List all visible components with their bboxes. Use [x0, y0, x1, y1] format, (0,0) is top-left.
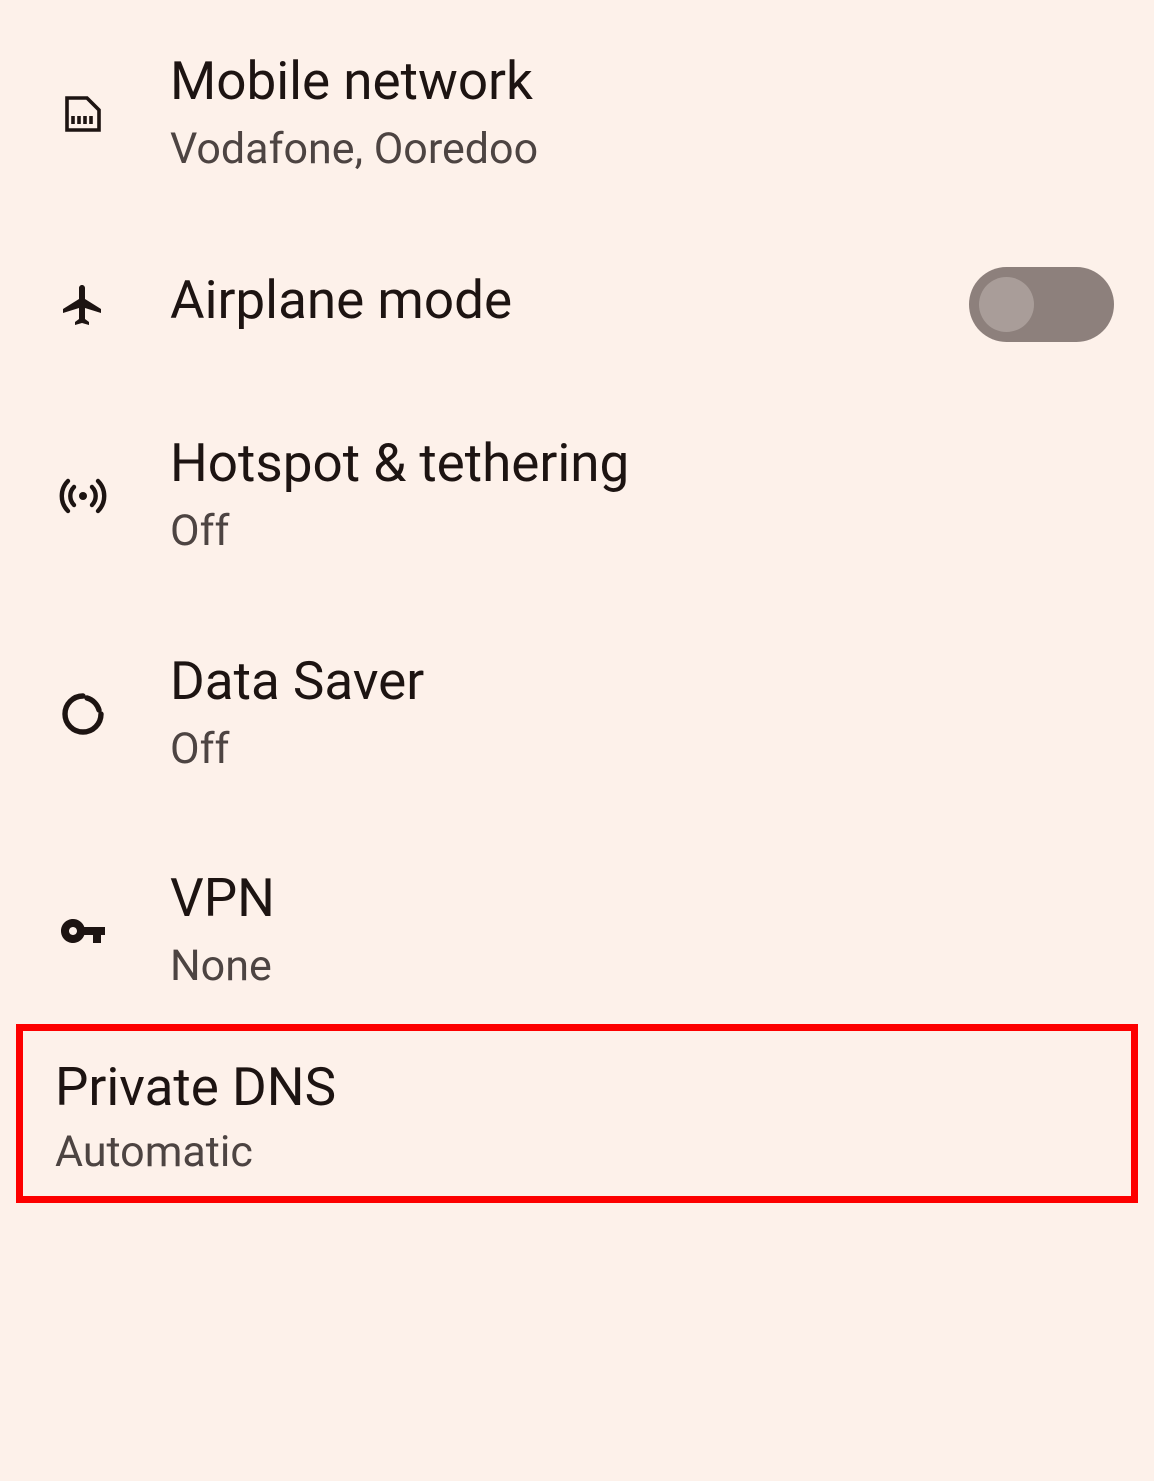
- hotspot-icon: [30, 472, 135, 520]
- vpn-subtitle: None: [170, 939, 1114, 995]
- data-saver-icon: [30, 690, 135, 738]
- hotspot-subtitle: Off: [170, 504, 1114, 560]
- airplane-icon: [30, 281, 135, 329]
- private-dns-title: Private DNS: [55, 1056, 1099, 1120]
- settings-item-mobile-network[interactable]: Mobile network Vodafone, Ooredoo: [0, 30, 1154, 222]
- vpn-key-icon: [30, 907, 135, 955]
- data-saver-subtitle: Off: [170, 722, 1114, 778]
- settings-item-airplane-mode[interactable]: Airplane mode: [0, 222, 1154, 387]
- vpn-title: VPN: [170, 867, 1114, 931]
- airplane-mode-title: Airplane mode: [170, 269, 969, 333]
- settings-item-data-saver[interactable]: Data Saver Off: [0, 605, 1154, 822]
- settings-item-hotspot[interactable]: Hotspot & tethering Off: [0, 387, 1154, 604]
- settings-item-private-dns[interactable]: Private DNS Automatic: [16, 1024, 1138, 1203]
- settings-item-vpn[interactable]: VPN None: [0, 822, 1154, 1039]
- hotspot-title: Hotspot & tethering: [170, 432, 1114, 496]
- data-saver-title: Data Saver: [170, 650, 1114, 714]
- private-dns-subtitle: Automatic: [55, 1125, 1099, 1181]
- sim-card-icon: [30, 90, 135, 138]
- settings-list: Mobile network Vodafone, Ooredoo Airplan…: [0, 0, 1154, 1040]
- mobile-network-title: Mobile network: [170, 50, 1114, 114]
- toggle-knob: [979, 277, 1034, 332]
- mobile-network-subtitle: Vodafone, Ooredoo: [170, 122, 1114, 178]
- airplane-mode-toggle[interactable]: [969, 267, 1114, 342]
